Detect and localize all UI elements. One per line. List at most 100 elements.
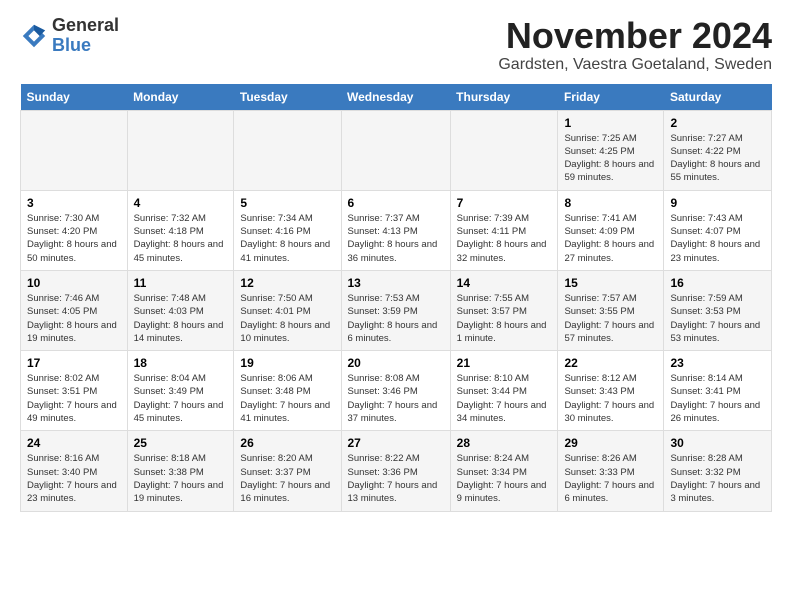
header-row: Sunday Monday Tuesday Wednesday Thursday…: [21, 84, 772, 111]
calendar-week-row: 24Sunrise: 8:16 AM Sunset: 3:40 PM Dayli…: [21, 431, 772, 511]
day-number: 3: [27, 196, 121, 210]
day-number: 30: [670, 436, 765, 450]
day-number: 22: [564, 356, 657, 370]
calendar-cell: 9Sunrise: 7:43 AM Sunset: 4:07 PM Daylig…: [664, 190, 772, 270]
calendar-week-row: 10 Sunrise: 7:46 AM Sunset: 4:05 PM Dayli…: [21, 270, 772, 350]
col-monday: Monday: [127, 84, 234, 111]
logo-icon: [20, 22, 48, 50]
day-number: 13: [348, 276, 444, 290]
day-info: Sunrise: 8:28 AM Sunset: 3:32 PM Dayligh…: [670, 452, 765, 505]
day-info: Sunrise: 7:41 AM Sunset: 4:09 PM Dayligh…: [564, 212, 657, 265]
day-number: 14: [457, 276, 552, 290]
day-number: 20: [348, 356, 444, 370]
calendar-cell: 1Sunrise: 7:25 AM Sunset: 4:25 PM Daylig…: [558, 110, 664, 190]
calendar-cell: 15 Sunrise: 7:57 AM Sunset: 3:55 PM Dayli…: [558, 270, 664, 350]
calendar-cell: 29Sunrise: 8:26 AM Sunset: 3:33 PM Dayli…: [558, 431, 664, 511]
day-number: 7: [457, 196, 552, 210]
calendar-cell: 24Sunrise: 8:16 AM Sunset: 3:40 PM Dayli…: [21, 431, 128, 511]
day-number: 21: [457, 356, 552, 370]
day-info: Sunrise: 7:50 AM Sunset: 4:01 PM Dayligh…: [240, 292, 334, 345]
calendar-cell: 19Sunrise: 8:06 AM Sunset: 3:48 PM Dayli…: [234, 351, 341, 431]
calendar-cell: 5 Sunrise: 7:34 AM Sunset: 4:16 PM Daylig…: [234, 190, 341, 270]
calendar-cell: 22 Sunrise: 8:12 AM Sunset: 3:43 PM Dayli…: [558, 351, 664, 431]
calendar-cell: 13 Sunrise: 7:53 AM Sunset: 3:59 PM Dayli…: [341, 270, 450, 350]
calendar-cell: 20 Sunrise: 8:08 AM Sunset: 3:46 PM Dayli…: [341, 351, 450, 431]
calendar-week-row: 3 Sunrise: 7:30 AM Sunset: 4:20 PM Daylig…: [21, 190, 772, 270]
day-number: 1: [564, 116, 657, 130]
calendar-cell: 27Sunrise: 8:22 AM Sunset: 3:36 PM Dayli…: [341, 431, 450, 511]
day-number: 12: [240, 276, 334, 290]
calendar-cell: 2Sunrise: 7:27 AM Sunset: 4:22 PM Daylig…: [664, 110, 772, 190]
day-number: 4: [134, 196, 228, 210]
page: General Blue November 2024 Gardsten, Vae…: [0, 0, 792, 522]
calendar-cell: 3 Sunrise: 7:30 AM Sunset: 4:20 PM Daylig…: [21, 190, 128, 270]
calendar-cell: [234, 110, 341, 190]
day-number: 5: [240, 196, 334, 210]
calendar-cell: 12 Sunrise: 7:50 AM Sunset: 4:01 PM Dayli…: [234, 270, 341, 350]
calendar-cell: 11 Sunrise: 7:48 AM Sunset: 4:03 PM Dayli…: [127, 270, 234, 350]
day-info: Sunrise: 8:24 AM Sunset: 3:34 PM Dayligh…: [457, 452, 552, 505]
day-info: Sunrise: 7:32 AM Sunset: 4:18 PM Dayligh…: [134, 212, 228, 265]
calendar-body: 1Sunrise: 7:25 AM Sunset: 4:25 PM Daylig…: [21, 110, 772, 511]
day-info: Sunrise: 7:48 AM Sunset: 4:03 PM Dayligh…: [134, 292, 228, 345]
day-info: Sunrise: 8:20 AM Sunset: 3:37 PM Dayligh…: [240, 452, 334, 505]
day-info: Sunrise: 7:27 AM Sunset: 4:22 PM Dayligh…: [670, 132, 765, 185]
day-number: 10: [27, 276, 121, 290]
calendar-cell: 14 Sunrise: 7:55 AM Sunset: 3:57 PM Dayli…: [450, 270, 558, 350]
day-info: Sunrise: 7:39 AM Sunset: 4:11 PM Dayligh…: [457, 212, 552, 265]
location: Gardsten, Vaestra Goetaland, Sweden: [498, 56, 772, 74]
col-sunday: Sunday: [21, 84, 128, 111]
col-saturday: Saturday: [664, 84, 772, 111]
calendar-cell: [450, 110, 558, 190]
day-number: 15: [564, 276, 657, 290]
day-info: Sunrise: 8:04 AM Sunset: 3:49 PM Dayligh…: [134, 372, 228, 425]
calendar-cell: 16 Sunrise: 7:59 AM Sunset: 3:53 PM Dayli…: [664, 270, 772, 350]
day-number: 11: [134, 276, 228, 290]
day-number: 16: [670, 276, 765, 290]
day-info: Sunrise: 7:43 AM Sunset: 4:07 PM Dayligh…: [670, 212, 765, 265]
calendar-cell: 18Sunrise: 8:04 AM Sunset: 3:49 PM Dayli…: [127, 351, 234, 431]
day-info: Sunrise: 8:10 AM Sunset: 3:44 PM Dayligh…: [457, 372, 552, 425]
calendar-cell: 28Sunrise: 8:24 AM Sunset: 3:34 PM Dayli…: [450, 431, 558, 511]
day-number: 27: [348, 436, 444, 450]
day-info: Sunrise: 8:06 AM Sunset: 3:48 PM Dayligh…: [240, 372, 334, 425]
logo-general: General: [52, 15, 119, 35]
calendar-cell: 25 Sunrise: 8:18 AM Sunset: 3:38 PM Dayli…: [127, 431, 234, 511]
day-info: Sunrise: 7:53 AM Sunset: 3:59 PM Dayligh…: [348, 292, 444, 345]
day-info: Sunrise: 7:59 AM Sunset: 3:53 PM Dayligh…: [670, 292, 765, 345]
day-number: 25: [134, 436, 228, 450]
calendar-cell: 17Sunrise: 8:02 AM Sunset: 3:51 PM Dayli…: [21, 351, 128, 431]
title-block: November 2024 Gardsten, Vaestra Goetalan…: [498, 16, 772, 74]
calendar-cell: 23Sunrise: 8:14 AM Sunset: 3:41 PM Dayli…: [664, 351, 772, 431]
col-wednesday: Wednesday: [341, 84, 450, 111]
col-friday: Friday: [558, 84, 664, 111]
day-info: Sunrise: 7:57 AM Sunset: 3:55 PM Dayligh…: [564, 292, 657, 345]
day-info: Sunrise: 8:12 AM Sunset: 3:43 PM Dayligh…: [564, 372, 657, 425]
logo-text: General Blue: [52, 16, 119, 56]
day-info: Sunrise: 8:08 AM Sunset: 3:46 PM Dayligh…: [348, 372, 444, 425]
logo-blue: Blue: [52, 35, 91, 55]
day-info: Sunrise: 8:18 AM Sunset: 3:38 PM Dayligh…: [134, 452, 228, 505]
day-info: Sunrise: 7:30 AM Sunset: 4:20 PM Dayligh…: [27, 212, 121, 265]
calendar-cell: 10 Sunrise: 7:46 AM Sunset: 4:05 PM Dayli…: [21, 270, 128, 350]
calendar-cell: 4 Sunrise: 7:32 AM Sunset: 4:18 PM Daylig…: [127, 190, 234, 270]
day-info: Sunrise: 7:46 AM Sunset: 4:05 PM Dayligh…: [27, 292, 121, 345]
header: General Blue November 2024 Gardsten, Vae…: [20, 16, 772, 74]
calendar-cell: [341, 110, 450, 190]
day-info: Sunrise: 7:34 AM Sunset: 4:16 PM Dayligh…: [240, 212, 334, 265]
calendar-week-row: 1Sunrise: 7:25 AM Sunset: 4:25 PM Daylig…: [21, 110, 772, 190]
calendar-cell: 7 Sunrise: 7:39 AM Sunset: 4:11 PM Daylig…: [450, 190, 558, 270]
day-number: 6: [348, 196, 444, 210]
calendar-cell: 21 Sunrise: 8:10 AM Sunset: 3:44 PM Dayli…: [450, 351, 558, 431]
calendar-table: Sunday Monday Tuesday Wednesday Thursday…: [20, 84, 772, 512]
calendar-cell: 8Sunrise: 7:41 AM Sunset: 4:09 PM Daylig…: [558, 190, 664, 270]
calendar-header: Sunday Monday Tuesday Wednesday Thursday…: [21, 84, 772, 111]
month-title: November 2024: [498, 16, 772, 56]
col-thursday: Thursday: [450, 84, 558, 111]
day-info: Sunrise: 7:55 AM Sunset: 3:57 PM Dayligh…: [457, 292, 552, 345]
calendar-week-row: 17Sunrise: 8:02 AM Sunset: 3:51 PM Dayli…: [21, 351, 772, 431]
day-number: 24: [27, 436, 121, 450]
calendar-cell: 26Sunrise: 8:20 AM Sunset: 3:37 PM Dayli…: [234, 431, 341, 511]
calendar-cell: [21, 110, 128, 190]
calendar-cell: 30 Sunrise: 8:28 AM Sunset: 3:32 PM Dayli…: [664, 431, 772, 511]
